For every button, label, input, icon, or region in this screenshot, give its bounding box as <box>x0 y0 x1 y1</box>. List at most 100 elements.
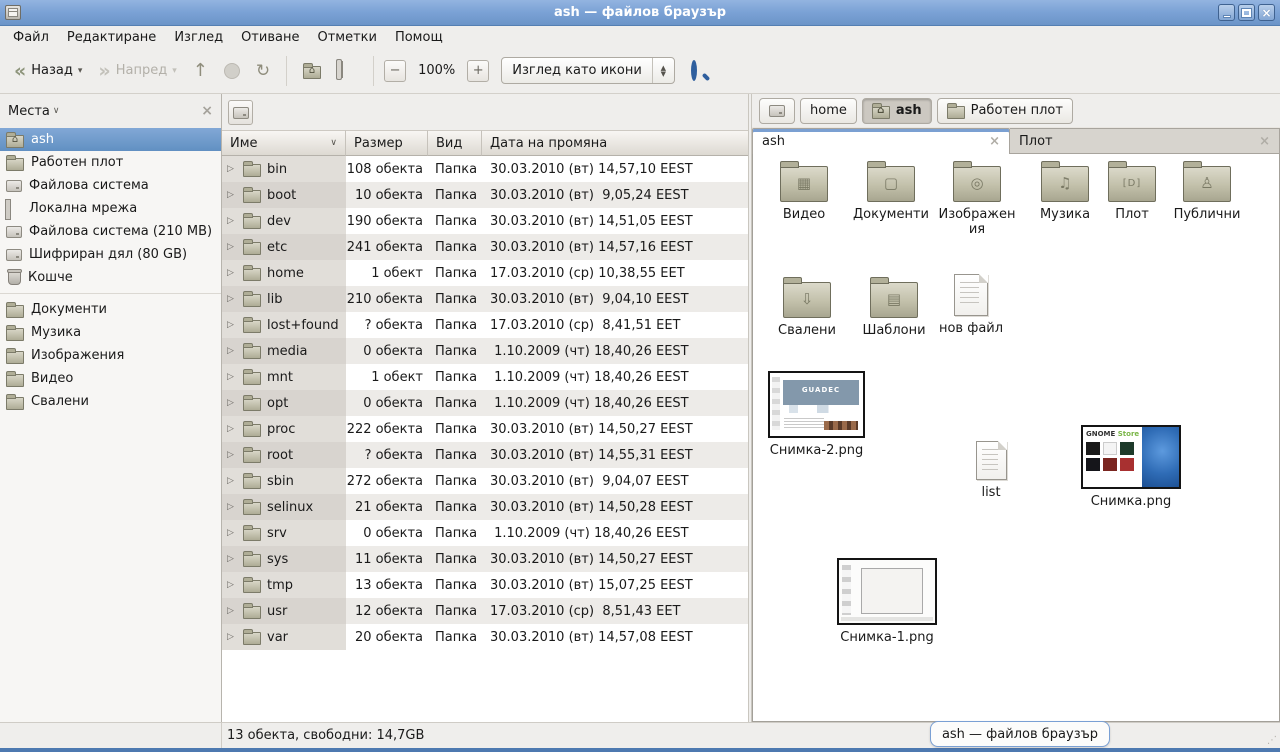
expander-icon[interactable]: ▷ <box>227 606 237 616</box>
column-header-type[interactable]: Вид <box>428 130 482 156</box>
expander-icon[interactable]: ▷ <box>227 580 237 590</box>
sidebar-close-icon[interactable]: × <box>201 103 213 119</box>
expander-icon[interactable]: ▷ <box>227 190 237 200</box>
expander-icon[interactable]: ▷ <box>227 216 237 226</box>
table-row[interactable]: ▷ etc 241 обекта Папка 30.03.2010 (вт) 1… <box>222 234 748 260</box>
expander-icon[interactable]: ▷ <box>227 554 237 564</box>
table-row[interactable]: ▷ bin 108 обекта Папка 30.03.2010 (вт) 1… <box>222 156 748 182</box>
sidebar-item-downloads[interactable]: Свалени <box>0 390 221 413</box>
back-button[interactable]: « Назад ▾ <box>8 59 88 82</box>
expander-icon[interactable]: ▷ <box>227 632 237 642</box>
column-header-size[interactable]: Размер <box>346 130 428 156</box>
menu-go[interactable]: Отиване <box>232 28 308 47</box>
sidebar-item-local-network[interactable]: Локална мрежа <box>0 197 221 220</box>
sidebar-item-trash[interactable]: Кошче <box>0 266 221 289</box>
icon-view[interactable]: ▦ Видео ▢ Документи ◎ Изображения ♫ Музи… <box>752 154 1280 722</box>
tab-plot[interactable]: Плот × <box>1010 128 1280 154</box>
table-row[interactable]: ▷ sbin 272 обекта Папка 30.03.2010 (вт) … <box>222 468 748 494</box>
menu-view[interactable]: Изглед <box>165 28 232 47</box>
computer-button[interactable] <box>331 58 363 83</box>
file-snimka-2-png[interactable]: GUADEC Снимка-2.png <box>765 371 868 458</box>
maximize-button[interactable] <box>1238 4 1255 21</box>
table-row[interactable]: ▷ var 20 обекта Папка 30.03.2010 (вт) 14… <box>222 624 748 650</box>
sidebar-mode-caret-icon[interactable]: ∨ <box>53 106 60 116</box>
expander-icon[interactable]: ▷ <box>227 268 237 278</box>
sidebar-item-documents[interactable]: Документи <box>0 298 221 321</box>
home-button[interactable]: ⌂ <box>297 59 327 83</box>
table-row[interactable]: ▷ root ? обекта Папка 30.03.2010 (вт) 14… <box>222 442 748 468</box>
tab-ash[interactable]: ash × <box>752 128 1010 154</box>
table-row[interactable]: ▷ selinux 21 обекта Папка 30.03.2010 (вт… <box>222 494 748 520</box>
resize-grip-icon[interactable]: ⋰ <box>1267 735 1277 746</box>
menu-edit[interactable]: Редактиране <box>58 28 165 47</box>
breadcrumb-ash-button[interactable]: ⌂ ash <box>862 98 932 124</box>
tab-close-icon[interactable]: × <box>1259 134 1270 149</box>
zoom-out-button[interactable]: − <box>384 60 406 82</box>
folder-templates[interactable]: ▤ Шаблони <box>853 276 935 338</box>
menu-file[interactable]: Файл <box>4 28 58 47</box>
menu-help[interactable]: Помощ <box>386 28 452 47</box>
table-row[interactable]: ▷ srv 0 обекта Папка 1.10.2009 (чт) 18,4… <box>222 520 748 546</box>
column-header-date[interactable]: Дата на промяна <box>482 130 748 156</box>
expander-icon[interactable]: ▷ <box>227 450 237 460</box>
stop-button[interactable] <box>218 59 246 83</box>
expander-icon[interactable]: ▷ <box>227 398 237 408</box>
view-mode-spinner-icon[interactable]: ▲▼ <box>652 58 674 83</box>
sidebar-item-music[interactable]: Музика <box>0 321 221 344</box>
up-button[interactable]: ↑ <box>187 59 214 83</box>
forward-button[interactable]: » Напред ▾ <box>92 59 182 82</box>
file-list[interactable]: list <box>953 441 1029 500</box>
column-header-name[interactable]: Име ∨ <box>222 130 346 156</box>
file-new-file[interactable]: нов файл <box>935 274 1007 336</box>
expander-icon[interactable]: ▷ <box>227 502 237 512</box>
reload-button[interactable]: ↻ <box>250 59 276 83</box>
table-row[interactable]: ▷ proc 222 обекта Папка 30.03.2010 (вт) … <box>222 416 748 442</box>
zoom-in-button[interactable]: + <box>467 60 489 82</box>
table-row[interactable]: ▷ media 0 обекта Папка 1.10.2009 (чт) 18… <box>222 338 748 364</box>
sidebar-item-filesystem-210mb[interactable]: Файлова система (210 MB) <box>0 220 221 243</box>
breadcrumb-home-button[interactable]: home <box>800 98 857 124</box>
expander-icon[interactable]: ▷ <box>227 528 237 538</box>
table-row[interactable]: ▷ sys 11 обекта Папка 30.03.2010 (вт) 14… <box>222 546 748 572</box>
table-row[interactable]: ▷ mnt 1 обект Папка 1.10.2009 (чт) 18,40… <box>222 364 748 390</box>
table-row[interactable]: ▷ lib 210 обекта Папка 30.03.2010 (вт) 9… <box>222 286 748 312</box>
expander-icon[interactable]: ▷ <box>227 372 237 382</box>
table-row[interactable]: ▷ boot 10 обекта Папка 30.03.2010 (вт) 9… <box>222 182 748 208</box>
search-button[interactable] <box>691 63 706 78</box>
minimize-button[interactable] <box>1218 4 1235 21</box>
view-mode-select[interactable]: Изглед като икони ▲▼ <box>501 57 675 84</box>
expander-icon[interactable]: ▷ <box>227 164 237 174</box>
folder-downloads[interactable]: ⇩ Свалени <box>767 276 847 338</box>
sidebar-mode-select[interactable]: Места <box>8 104 50 119</box>
sidebar-item-desktop[interactable]: Работен плот <box>0 151 221 174</box>
back-history-caret-icon[interactable]: ▾ <box>78 66 83 76</box>
folder-documents[interactable]: ▢ Документи <box>845 160 937 222</box>
sidebar-item-videos[interactable]: Видео <box>0 367 221 390</box>
sidebar-item-pictures[interactable]: Изображения <box>0 344 221 367</box>
expander-icon[interactable]: ▷ <box>227 320 237 330</box>
folder-desktop[interactable]: [D] Плот <box>1101 160 1163 222</box>
expander-icon[interactable]: ▷ <box>227 242 237 252</box>
folder-public[interactable]: ♙ Публични <box>1165 160 1249 222</box>
sidebar-item-encrypted-80gb[interactable]: Шифриран дял (80 GB) <box>0 243 221 266</box>
table-row[interactable]: ▷ dev 190 обекта Папка 30.03.2010 (вт) 1… <box>222 208 748 234</box>
close-button[interactable]: × <box>1258 4 1275 21</box>
menu-bookmarks[interactable]: Отметки <box>308 28 385 47</box>
table-row[interactable]: ▷ usr 12 обекта Папка 17.03.2010 (ср) 8,… <box>222 598 748 624</box>
table-row[interactable]: ▷ tmp 13 обекта Папка 30.03.2010 (вт) 15… <box>222 572 748 598</box>
tab-close-icon[interactable]: × <box>989 134 1000 149</box>
expander-icon[interactable]: ▷ <box>227 294 237 304</box>
expander-icon[interactable]: ▷ <box>227 476 237 486</box>
folder-videos[interactable]: ▦ Видео <box>761 160 847 222</box>
table-row[interactable]: ▷ lost+found ? обекта Папка 17.03.2010 (… <box>222 312 748 338</box>
expander-icon[interactable]: ▷ <box>227 346 237 356</box>
folder-music[interactable]: ♫ Музика <box>1027 160 1103 222</box>
root-location-button[interactable] <box>228 100 253 125</box>
breadcrumb-desktop-button[interactable]: Работен плот <box>937 98 1073 124</box>
sidebar-item-filesystem[interactable]: Файлова система <box>0 174 221 197</box>
sidebar-item-ash[interactable]: ⌂ ash <box>0 128 221 151</box>
expander-icon[interactable]: ▷ <box>227 424 237 434</box>
folder-images[interactable]: ◎ Изображения <box>935 160 1019 237</box>
file-snimka-png[interactable]: GNOME Store Снимка.png <box>1075 425 1187 509</box>
file-snimka-1-png[interactable]: Снимка-1.png <box>833 558 941 645</box>
